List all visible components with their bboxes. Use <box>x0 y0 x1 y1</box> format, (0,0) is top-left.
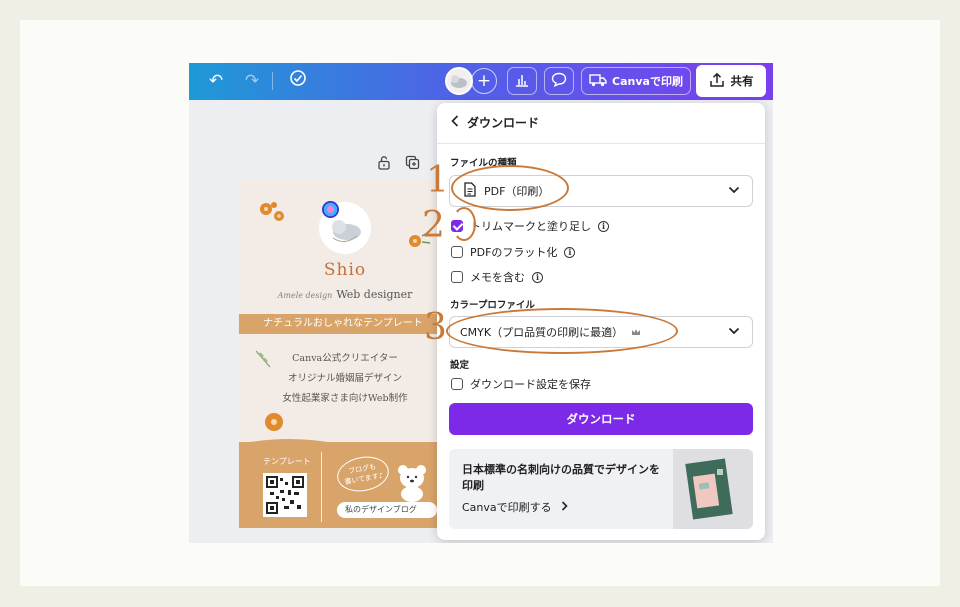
avatar[interactable] <box>445 67 473 95</box>
canva-editor: ↶ ↷ + Canvaで印刷 共有 Shio Amele design Web … <box>189 63 773 543</box>
bear-illustration <box>398 465 426 502</box>
print-label: Canvaで印刷 <box>612 75 683 88</box>
info-icon[interactable]: i <box>532 271 543 283</box>
annotation-ellipse-2 <box>452 207 476 241</box>
add-collaborator-button[interactable]: + <box>471 68 497 94</box>
undo-icon[interactable]: ↶ <box>203 69 229 93</box>
card-line-3: 女性起業家さま向けWeb制作 <box>282 393 408 404</box>
creator-badge-icon <box>322 201 339 218</box>
card-footer-divider <box>321 452 322 522</box>
info-icon[interactable]: i <box>598 220 609 232</box>
promo-card-image <box>673 449 753 529</box>
duplicate-icon[interactable] <box>404 155 420 171</box>
card-blog-link: 私のデザインブログ <box>337 502 437 518</box>
print-promo-card[interactable]: 日本標準の名刺向けの品質でデザインを印刷 Canvaで印刷する <box>449 449 753 529</box>
download-button[interactable]: ダウンロード <box>449 403 753 435</box>
annotation-ellipse-1 <box>451 165 569 211</box>
include-notes-label: メモを含む <box>470 271 525 284</box>
card-line-2: オリジナル婚姻届デザイン <box>287 373 402 384</box>
save-settings-label: ダウンロード設定を保存 <box>470 378 591 391</box>
flower-decoration <box>265 413 283 431</box>
cloud-check-icon[interactable] <box>285 69 311 93</box>
qr-code-image <box>263 473 307 517</box>
truck-icon <box>589 73 607 90</box>
annotation-ellipse-3 <box>446 308 678 354</box>
save-settings-checkbox[interactable] <box>451 378 463 390</box>
promo-link-label: Canvaで印刷する <box>462 501 552 514</box>
insights-button[interactable] <box>507 67 537 95</box>
include-notes-checkbox-row[interactable]: メモを含む i <box>451 269 543 285</box>
flatten-pdf-checkbox-row[interactable]: PDFのフラット化 i <box>451 244 576 260</box>
card-name: Shio <box>323 260 367 280</box>
promo-link[interactable]: Canvaで印刷する <box>462 499 568 515</box>
card-script-text: Amele design <box>277 291 333 300</box>
annotation-number-2: 2 <box>422 205 445 246</box>
annotation-number-1: 1 <box>426 160 449 201</box>
card-template-label: テンプレート <box>263 457 311 466</box>
info-icon[interactable]: i <box>564 246 576 258</box>
chevron-left-icon[interactable] <box>451 115 459 130</box>
share-icon <box>709 72 725 91</box>
share-button[interactable]: 共有 <box>696 65 766 97</box>
lock-icon[interactable] <box>376 155 392 171</box>
chart-icon <box>514 73 530 90</box>
chevron-right-icon <box>561 501 568 514</box>
download-panel-title: ダウンロード <box>467 116 540 130</box>
chevron-down-icon <box>728 184 740 197</box>
comment-icon <box>551 72 567 90</box>
card-banner: ナチュラルおしゃれなテンプレート <box>239 314 439 334</box>
settings-label: 設定 <box>450 360 470 371</box>
save-settings-checkbox-row[interactable]: ダウンロード設定を保存 <box>451 376 591 392</box>
comment-button[interactable] <box>544 67 574 95</box>
chevron-down-icon <box>728 325 740 338</box>
card-line-1: Canva公式クリエイター <box>292 353 398 364</box>
business-card-design[interactable]: Shio Amele design Web designer ナチュラルおしゃれな… <box>239 180 439 528</box>
redo-icon[interactable]: ↷ <box>239 69 265 93</box>
panel-divider <box>437 143 765 144</box>
toolbar-divider <box>272 72 273 90</box>
flower-decoration <box>260 202 284 221</box>
share-label: 共有 <box>730 74 754 88</box>
flatten-pdf-checkbox[interactable] <box>451 246 463 258</box>
annotation-number-3: 3 <box>424 307 447 348</box>
include-notes-checkbox[interactable] <box>451 271 463 283</box>
download-panel-header[interactable]: ダウンロード <box>451 114 539 131</box>
card-subtitle: Amele design Web designer <box>239 288 439 301</box>
print-with-canva-button[interactable]: Canvaで印刷 <box>581 67 691 95</box>
flatten-pdf-label: PDFのフラット化 <box>470 246 558 259</box>
top-toolbar: ↶ ↷ + Canvaで印刷 共有 <box>189 63 773 100</box>
trim-marks-label: トリムマークと塗り足し <box>470 220 591 233</box>
promo-title: 日本標準の名刺向けの品質でデザインを印刷 <box>462 463 660 492</box>
card-job-title: Web designer <box>336 288 413 301</box>
